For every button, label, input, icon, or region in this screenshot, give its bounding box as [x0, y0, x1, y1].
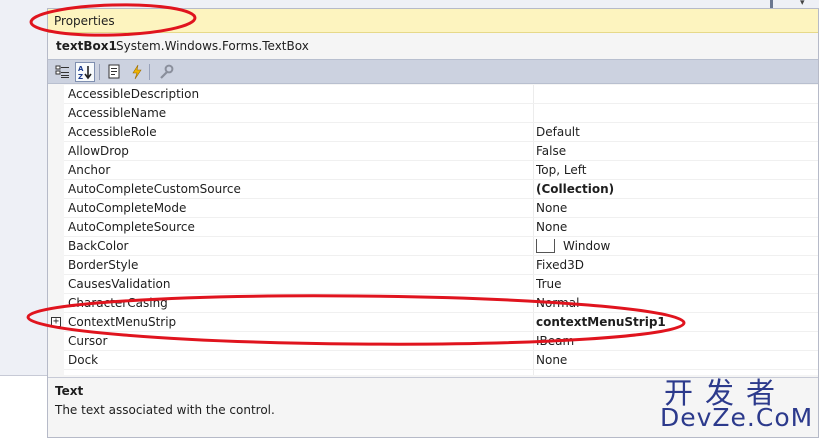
property-name: AccessibleRole: [68, 125, 157, 139]
alphabetical-icon: A Z: [78, 65, 92, 80]
property-name: BackColor: [68, 239, 129, 253]
background-left: [0, 0, 47, 438]
events-button[interactable]: [127, 62, 147, 82]
property-value-color[interactable]: Window: [536, 239, 816, 255]
property-value[interactable]: [536, 87, 816, 103]
property-grid: AccessibleDescription AccessibleName Acc…: [48, 85, 818, 375]
property-row[interactable]: BorderStyle Fixed3D: [64, 256, 818, 275]
property-name: AutoCompleteCustomSource: [68, 182, 241, 196]
chevron-down-icon: ▾: [800, 0, 805, 8]
property-row[interactable]: BackColor Window: [64, 237, 818, 256]
property-row[interactable]: Cursor IBeam: [64, 332, 818, 351]
property-value[interactable]: False: [536, 144, 816, 160]
property-value[interactable]: Default: [536, 125, 816, 141]
object-selector[interactable]: textBox1 System.Windows.Forms.TextBox: [48, 33, 818, 59]
grid-gutter: [48, 85, 64, 375]
background-top-strip: [47, 0, 819, 8]
property-value[interactable]: Top, Left: [536, 163, 816, 179]
property-row[interactable]: AutoCompleteMode None: [64, 199, 818, 218]
property-row[interactable]: Anchor Top, Left: [64, 161, 818, 180]
scrollbar-fragment: [770, 0, 773, 8]
object-name: textBox1: [56, 39, 117, 53]
property-row[interactable]: AccessibleRole Default: [64, 123, 818, 142]
color-name: Window: [563, 239, 611, 253]
property-row[interactable]: AutoCompleteSource None: [64, 218, 818, 237]
background-editor-area: [0, 375, 47, 438]
object-type: System.Windows.Forms.TextBox: [116, 39, 309, 53]
categorized-button[interactable]: [53, 62, 73, 82]
property-row[interactable]: AccessibleName: [64, 104, 818, 123]
property-name: CharacterCasing: [68, 296, 168, 310]
toolbar-separator: [99, 64, 100, 80]
property-row[interactable]: Dock None: [64, 351, 818, 370]
properties-toolbar: A Z: [48, 59, 818, 84]
property-row-selected[interactable]: + ContextMenuStrip contextMenuStrip1: [51, 313, 818, 332]
property-value[interactable]: None: [536, 201, 816, 217]
panel-title: Properties: [54, 14, 115, 28]
property-value[interactable]: (Collection): [536, 182, 816, 198]
properties-title-bar[interactable]: Properties: [48, 9, 818, 33]
property-value[interactable]: None: [536, 220, 816, 236]
property-pages-button[interactable]: [156, 62, 176, 82]
property-name: AccessibleDescription: [68, 87, 200, 101]
properties-icon: [108, 64, 120, 79]
property-value[interactable]: None: [536, 353, 816, 369]
categorized-icon: [55, 65, 69, 78]
property-name: ContextMenuStrip: [68, 315, 177, 329]
toolbar-separator: [149, 64, 150, 80]
svg-text:A: A: [78, 65, 84, 73]
property-name: AccessibleName: [68, 106, 167, 120]
property-name: AutoCompleteMode: [68, 201, 187, 215]
property-value[interactable]: [536, 106, 816, 122]
property-row[interactable]: AllowDrop False: [64, 142, 818, 161]
watermark-english: DevZe.CoM: [660, 403, 814, 432]
property-name: Cursor: [68, 334, 108, 348]
expand-icon[interactable]: +: [51, 317, 61, 327]
events-icon: [132, 64, 142, 80]
property-row[interactable]: CharacterCasing Normal: [64, 294, 818, 313]
property-name: CausesValidation: [68, 277, 171, 291]
property-value[interactable]: Fixed3D: [536, 258, 816, 274]
property-name: Dock: [68, 353, 99, 367]
property-name: AutoCompleteSource: [68, 220, 195, 234]
property-name: Anchor: [68, 163, 111, 177]
alphabetical-button[interactable]: A Z: [75, 62, 95, 82]
property-row[interactable]: CausesValidation True: [64, 275, 818, 294]
property-value[interactable]: IBeam: [536, 334, 816, 350]
properties-button[interactable]: [104, 62, 124, 82]
property-row[interactable]: AutoCompleteCustomSource (Collection): [64, 180, 818, 199]
property-value[interactable]: True: [536, 277, 816, 293]
description-title: Text: [55, 384, 84, 398]
svg-text:Z: Z: [78, 73, 83, 80]
property-value[interactable]: Normal: [536, 296, 816, 312]
color-swatch: [536, 239, 555, 253]
watermark-logo: 开发者 DevZe.CoM: [648, 370, 816, 436]
property-value[interactable]: contextMenuStrip1: [536, 315, 816, 331]
property-pages-icon: [160, 64, 174, 79]
property-name: AllowDrop: [68, 144, 129, 158]
property-row[interactable]: AccessibleDescription: [64, 85, 818, 104]
property-name: BorderStyle: [68, 258, 139, 272]
description-text: The text associated with the control.: [55, 403, 275, 417]
